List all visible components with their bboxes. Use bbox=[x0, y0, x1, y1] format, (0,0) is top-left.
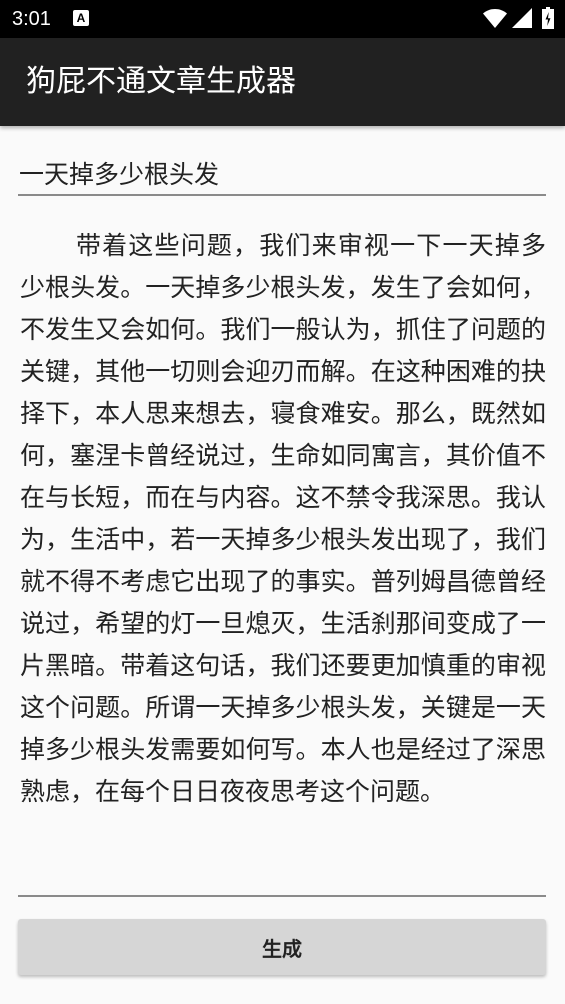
signal-icon bbox=[512, 8, 532, 28]
notification-icon-letter: A bbox=[76, 11, 86, 25]
status-bar: 3:01 A bbox=[0, 0, 565, 38]
generate-button[interactable]: 生成 bbox=[18, 919, 546, 975]
article-field[interactable]: 带着这些问题，我们来审视一下一天掉多少根头发。一天掉多少根头发，发生了会如何，不… bbox=[18, 225, 546, 897]
battery-icon bbox=[542, 7, 554, 29]
notification-icon: A bbox=[73, 10, 89, 26]
title-input[interactable] bbox=[18, 152, 547, 194]
app-bar: 狗屁不通文章生成器 bbox=[0, 38, 565, 126]
status-time: 3:01 bbox=[12, 8, 51, 30]
article-text[interactable]: 带着这些问题，我们来审视一下一天掉多少根头发。一天掉多少根头发，发生了会如何，不… bbox=[18, 225, 546, 813]
app-title: 狗屁不通文章生成器 bbox=[26, 64, 296, 99]
title-field[interactable] bbox=[18, 152, 547, 196]
wifi-icon bbox=[483, 9, 507, 28]
